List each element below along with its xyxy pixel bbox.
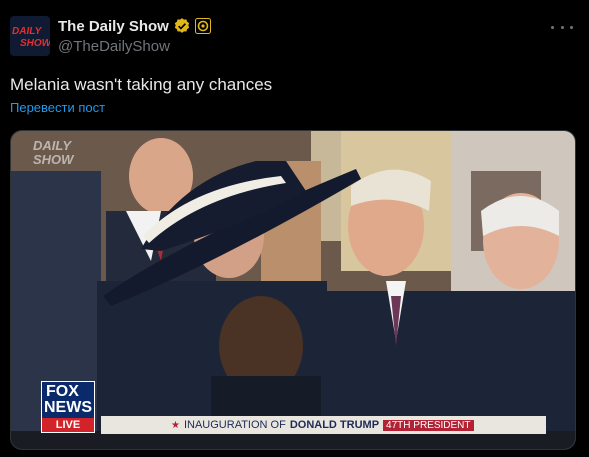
media-watermark: DAILY SHOW bbox=[33, 139, 73, 167]
verified-badge-icon[interactable] bbox=[173, 17, 191, 35]
fox-news-live-logo: FOX NEWS LIVE bbox=[41, 381, 95, 433]
more-dot bbox=[570, 25, 573, 29]
more-dot bbox=[560, 25, 564, 29]
chyron-prefix: INAUGURATION OF bbox=[183, 419, 286, 431]
more-dot bbox=[551, 25, 554, 29]
avatar[interactable]: DAILY SHOW bbox=[10, 16, 50, 56]
media-photo bbox=[11, 131, 575, 449]
post-author: The Daily Show @TheDailyShow bbox=[58, 16, 211, 55]
more-options-icon[interactable] bbox=[551, 18, 573, 36]
avatar-text-show: SHOW bbox=[20, 38, 50, 49]
post-text: Melania wasn't taking any chances bbox=[10, 75, 273, 94]
subscription-badge-icon[interactable] bbox=[194, 18, 211, 34]
name-row: The Daily Show bbox=[58, 16, 211, 36]
chyron-tag: 47TH PRESIDENT bbox=[383, 419, 474, 431]
logo-text-live: LIVE bbox=[42, 418, 94, 432]
avatar-text-daily: DAILY bbox=[12, 26, 42, 37]
chyron-name: DONALD TRUMP bbox=[289, 419, 380, 431]
handle[interactable]: @TheDailyShow bbox=[58, 38, 211, 55]
star-icon: ★ bbox=[171, 419, 180, 431]
display-name[interactable]: The Daily Show bbox=[58, 18, 169, 35]
logo-text-fox: FOX bbox=[46, 383, 79, 400]
translate-post-link[interactable]: Перевести пост bbox=[10, 100, 105, 115]
post-media[interactable]: DAILY SHOW FOX NEWS LIVE ★ INAUGURATION … bbox=[10, 130, 576, 450]
watermark-line-daily: DAILY bbox=[33, 138, 72, 153]
watermark-line-show: SHOW bbox=[33, 152, 74, 167]
news-chyron: ★ INAUGURATION OF DONALD TRUMP 47TH PRES… bbox=[101, 416, 546, 434]
logo-text-news: NEWS bbox=[44, 399, 92, 416]
